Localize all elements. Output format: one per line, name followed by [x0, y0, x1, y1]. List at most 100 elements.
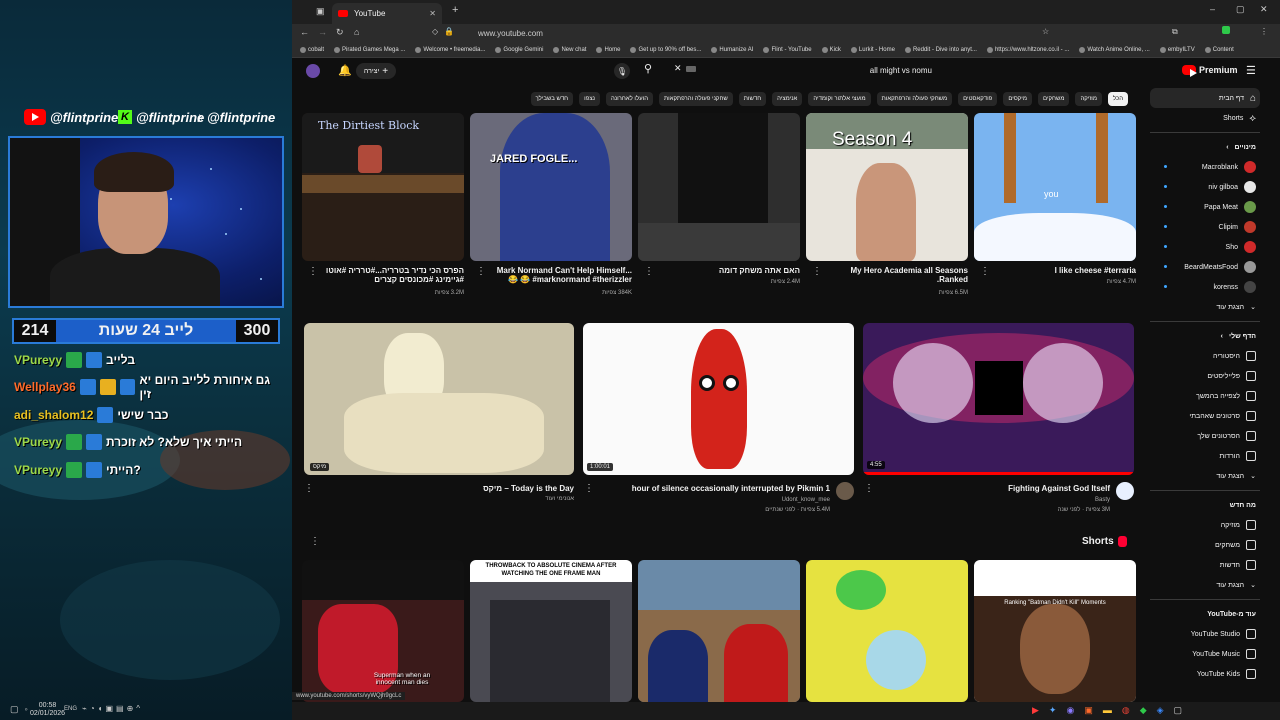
short-thumbnail[interactable]	[638, 560, 800, 702]
app-icon[interactable]: ◈	[1157, 705, 1164, 716]
filter-chip[interactable]: אנימציה	[772, 92, 803, 106]
sidebar-item-subscription[interactable]: korenss	[1150, 277, 1260, 297]
short-thumbnail[interactable]: THROWBACK TO ABSOLUTE CINEMA AFTER WATCH…	[470, 560, 632, 702]
bookmark-item[interactable]: Pirated Games Mega ...	[334, 46, 405, 53]
url-field[interactable]: www.youtube.com	[478, 27, 1078, 39]
maximize-icon[interactable]: ▢	[1236, 4, 1245, 15]
more-options-icon[interactable]: ⋮	[812, 266, 822, 277]
notifications-bell-icon[interactable]: 🔔	[338, 64, 352, 77]
more-options-icon[interactable]: ⋮	[584, 483, 594, 494]
forward-icon[interactable]: →	[318, 27, 327, 37]
video-title[interactable]: הפרס הכי נדיר בטרריה...#טרריה #אוטו #גיי…	[318, 266, 464, 284]
sidebar-section-subscriptions[interactable]: מינויים ›	[1150, 137, 1260, 157]
create-button[interactable]: יצירה +	[356, 63, 396, 79]
sidebar-item[interactable]: YouTube Kids	[1150, 664, 1260, 684]
more-options-icon[interactable]: ⋮	[310, 536, 320, 547]
app-icon[interactable]: ▢	[1174, 705, 1183, 716]
sidebar-item-subscription[interactable]: Macroblank	[1150, 157, 1260, 177]
sidebar-item-subscription[interactable]: niv gilboa	[1150, 177, 1260, 197]
filter-chip[interactable]: הכל	[1107, 92, 1128, 106]
filter-chip[interactable]: מועצי אלתור וקומדיה	[808, 92, 871, 106]
sidebar-show-more[interactable]: ⌄ הצגת עוד	[1150, 466, 1260, 486]
sidebar-item[interactable]: היסטוריה	[1150, 346, 1260, 366]
sidebar-item[interactable]: סרטונים שאהבתי	[1150, 406, 1260, 426]
folder-icon[interactable]: ▬	[1103, 705, 1112, 716]
sidebar-item[interactable]: הסרטונים שלך	[1150, 426, 1260, 446]
sidebar-item[interactable]: YouTube Studio	[1150, 624, 1260, 644]
reload-icon[interactable]: ↻	[336, 27, 344, 38]
channel-avatar[interactable]	[836, 482, 854, 500]
video-thumbnail[interactable]: you	[974, 113, 1136, 261]
app-icon[interactable]: ▣	[1084, 705, 1093, 716]
search-input[interactable]: all might vs nomu	[670, 63, 940, 79]
channel-name[interactable]: Udont_know_mee	[594, 497, 830, 503]
video-thumbnail[interactable]: מיקס	[304, 323, 574, 475]
sidebar-item[interactable]: חדשות	[1150, 555, 1260, 575]
tray-icons[interactable]: ⌁◔◖▣▤⊕^	[82, 704, 143, 713]
sidebar-item[interactable]: משחקים	[1150, 535, 1260, 555]
filter-chip[interactable]: משחקים	[1038, 92, 1070, 106]
more-options-icon[interactable]: ⋮	[644, 266, 654, 277]
app-icon[interactable]: ◆	[1140, 705, 1147, 716]
bookmark-item[interactable]: Lurkit - Home	[850, 46, 895, 53]
close-tab-icon[interactable]: ✕	[429, 9, 436, 18]
sidebar-item[interactable]: פלייליסטים	[1150, 366, 1260, 386]
new-tab-icon[interactable]: +	[452, 4, 458, 16]
back-icon[interactable]: ←	[300, 27, 309, 37]
bookmark-item[interactable]: embyILTV	[1159, 46, 1195, 53]
short-thumbnail[interactable]: Superman when an innocent man dies	[302, 560, 464, 702]
video-thumbnail[interactable]: JARED FOGLE...	[470, 113, 632, 261]
video-thumbnail[interactable]: 4:55	[863, 323, 1134, 475]
video-title[interactable]: Mark Normand Can't Help Himself... 😂 😂 #…	[486, 266, 632, 284]
video-thumbnail[interactable]: Season 4	[806, 113, 968, 261]
extensions-icon[interactable]: ⧉	[1172, 27, 1178, 37]
notification-icon[interactable]: ▢	[10, 704, 19, 715]
bookmark-item[interactable]: Watch Anime Online, ...	[1079, 46, 1150, 53]
chrome-icon[interactable]: ◍	[1122, 705, 1130, 716]
filter-chip[interactable]: חדש בשבילך	[530, 92, 574, 106]
sidebar-item[interactable]: YouTube Music	[1150, 644, 1260, 664]
extension-icon[interactable]	[1222, 26, 1230, 34]
shield-icon[interactable]: ◇	[432, 27, 438, 36]
sidebar-show-more[interactable]: ⌄ הצגת עוד	[1150, 297, 1260, 317]
bookmark-item[interactable]: New chat	[553, 46, 586, 53]
video-title[interactable]: Today is the Day – מיקס	[314, 484, 574, 493]
tab-youtube[interactable]: YouTube ✕	[332, 3, 442, 24]
video-title[interactable]: האם אתה משחק דומה	[654, 266, 800, 275]
filter-chip[interactable]: הועלו לאחרונה	[605, 92, 654, 106]
bookmark-item[interactable]: Reddit - Dive into anyt...	[904, 46, 977, 53]
video-title[interactable]: Fighting Against God Itself	[874, 484, 1110, 493]
hamburger-menu-icon[interactable]: ☰	[1246, 64, 1256, 77]
tab-actions-icon[interactable]: ▣	[316, 6, 325, 17]
filter-chip[interactable]: נצפו	[579, 92, 600, 106]
sidebar-item-subscription[interactable]: Clipim	[1150, 217, 1260, 237]
sidebar-item[interactable]: הורדות	[1150, 446, 1260, 466]
bookmark-item[interactable]: Home	[596, 46, 620, 53]
sidebar-item-shorts[interactable]: ⟡ Shorts	[1150, 108, 1260, 128]
video-title[interactable]: 1 hour of silence occasionally interrupt…	[594, 484, 830, 493]
channel-name[interactable]: אנונימי ועוד	[314, 496, 574, 502]
channel-name[interactable]: Basty	[874, 497, 1110, 503]
more-options-icon[interactable]: ⋮	[304, 483, 314, 494]
filter-chip[interactable]: מוזיקה	[1075, 92, 1102, 106]
minimize-icon[interactable]: –	[1210, 4, 1215, 14]
short-thumbnail[interactable]: Ranking "Batman Didn't Kill" Moments	[974, 560, 1136, 702]
sidebar-item-home[interactable]: ⌂ דף הבית	[1150, 88, 1260, 108]
sidebar-item-subscription[interactable]: Papa Meat	[1150, 197, 1260, 217]
filter-chip[interactable]: משחקי פעולה והרפתקאות	[876, 92, 953, 106]
filter-chip[interactable]: מיקסים	[1003, 92, 1032, 106]
language-indicator[interactable]: ENG	[64, 706, 77, 712]
sidebar-item-subscription[interactable]: BeardMeatsFood	[1150, 257, 1260, 277]
video-thumbnail[interactable]: 1:00:01	[583, 323, 854, 475]
filter-chip[interactable]: פודקאסטים	[958, 92, 998, 106]
app-icon[interactable]: ▶	[1032, 705, 1039, 716]
more-options-icon[interactable]: ⋮	[980, 266, 990, 277]
sidebar-section-you[interactable]: הדף שלי ›	[1150, 326, 1260, 346]
bookmark-item[interactable]: Google Gemini	[495, 46, 543, 53]
bookmark-item[interactable]: cobalt	[300, 46, 324, 53]
bookmark-item[interactable]: Humanize AI	[711, 46, 753, 53]
app-icon[interactable]: ✦	[1049, 705, 1057, 716]
discord-icon[interactable]: ◉	[1066, 705, 1074, 716]
video-title[interactable]: My Hero Academia all Seasons Ranked.	[822, 266, 968, 284]
search-icon[interactable]: ⚲	[644, 62, 652, 75]
